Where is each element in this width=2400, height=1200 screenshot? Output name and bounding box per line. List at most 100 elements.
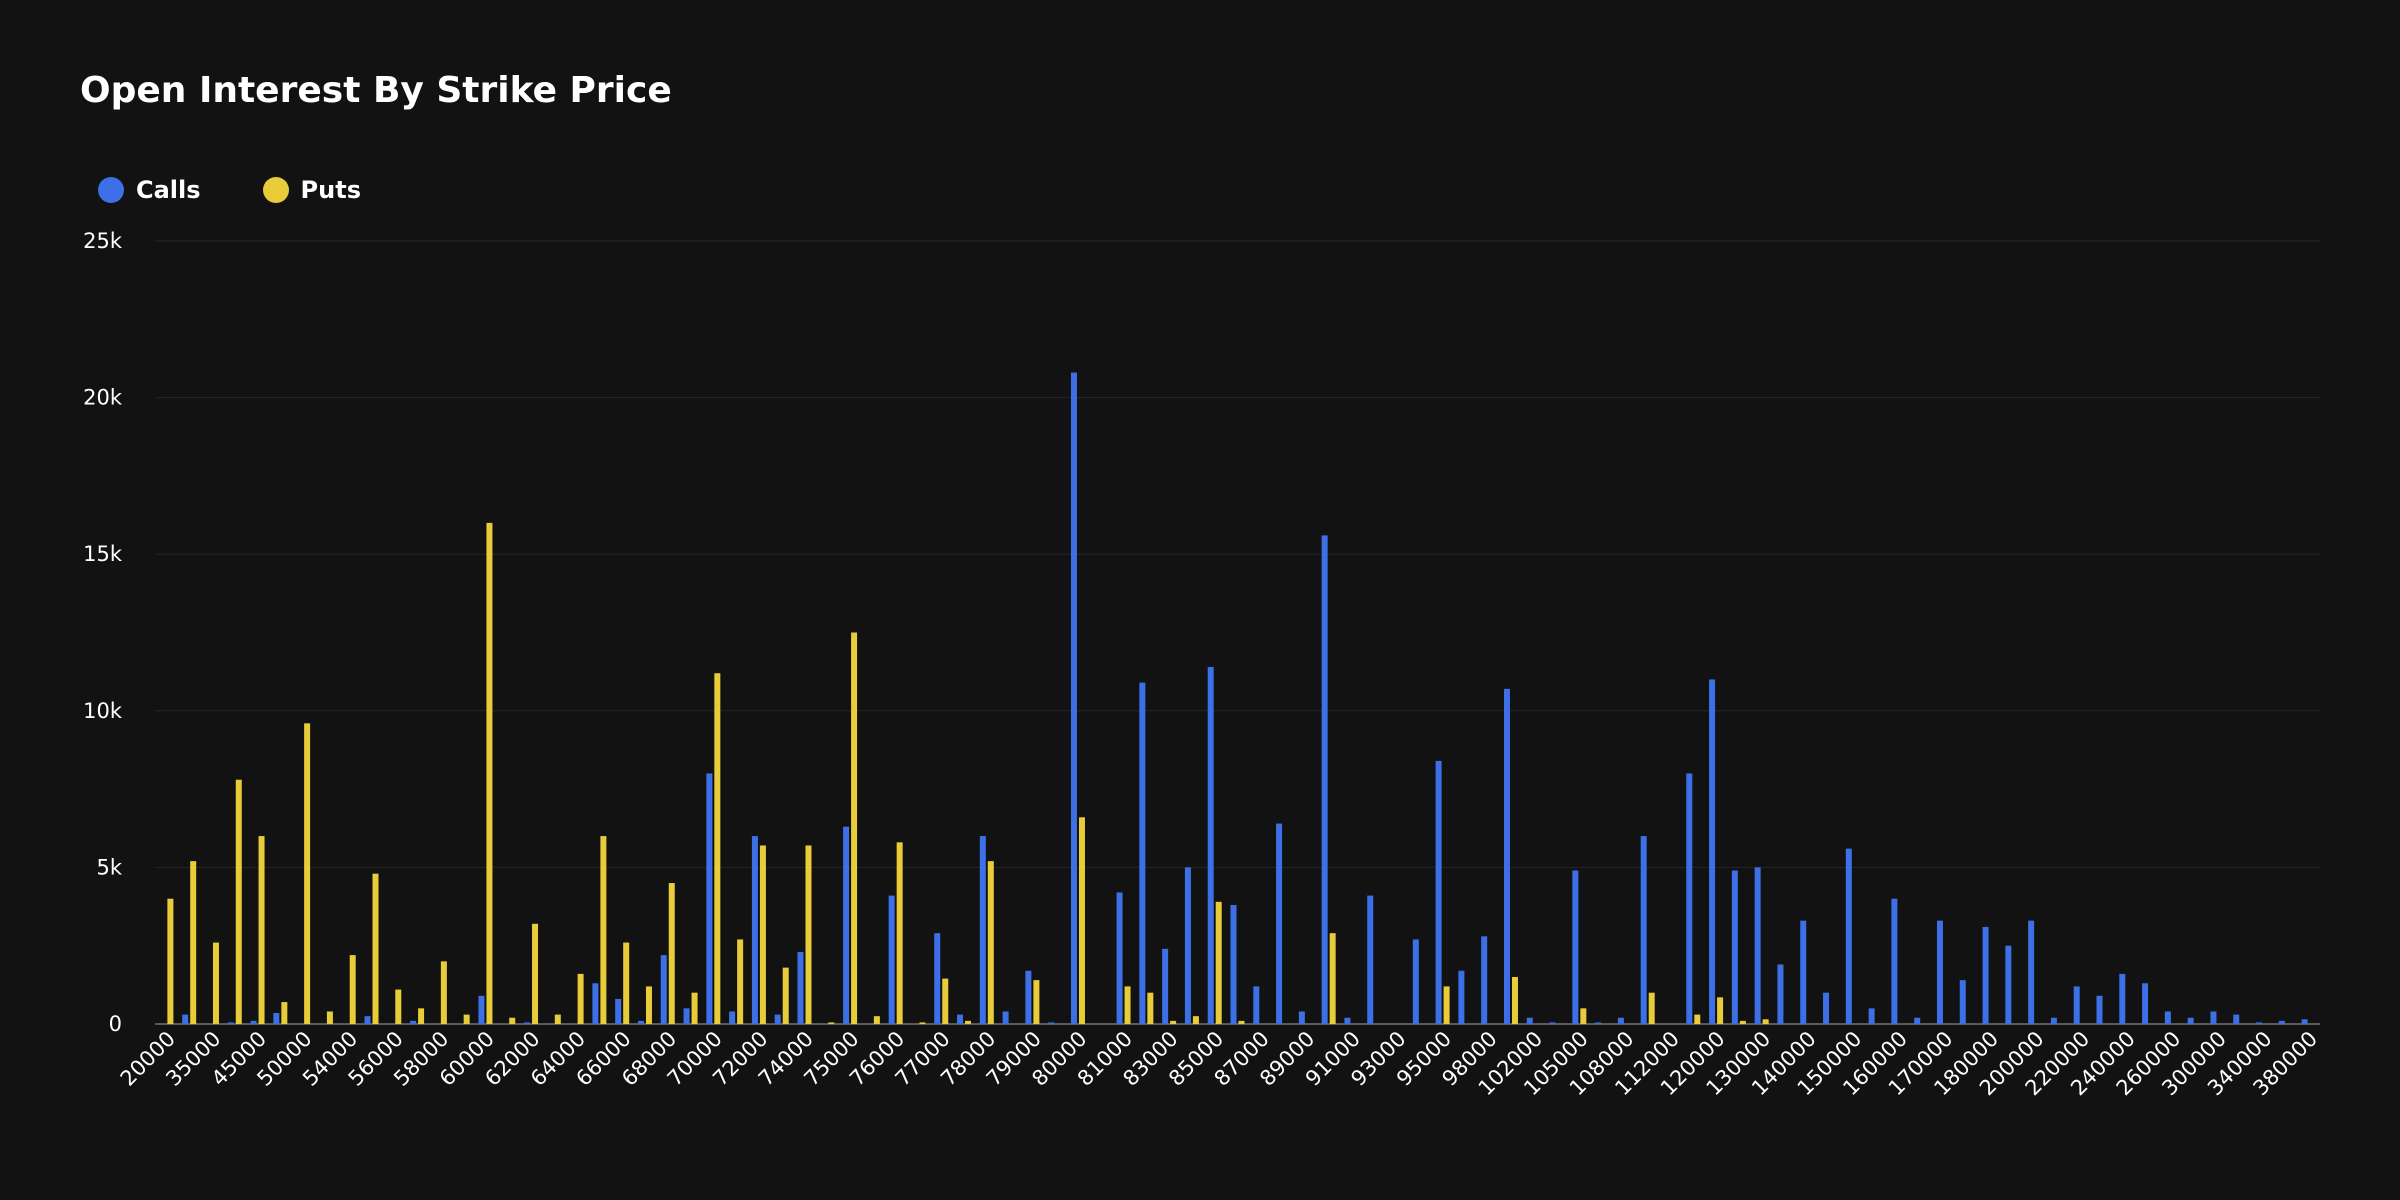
calls-bar bbox=[182, 1014, 189, 1024]
calls-bar bbox=[364, 1016, 371, 1024]
puts-bar bbox=[828, 1022, 835, 1024]
calls-bar bbox=[2233, 1014, 2240, 1024]
calls-bar bbox=[2050, 1017, 2057, 1024]
calls-bar bbox=[478, 995, 485, 1024]
puts-bar bbox=[896, 842, 903, 1024]
puts-bar bbox=[1078, 817, 1085, 1024]
puts-bar bbox=[645, 986, 652, 1024]
puts-bar bbox=[372, 873, 379, 1024]
calls-bar bbox=[524, 1022, 531, 1024]
calls-bar bbox=[1823, 992, 1830, 1024]
calls-bar bbox=[2073, 986, 2080, 1024]
calls-bar bbox=[227, 1022, 234, 1024]
calls-bar bbox=[1709, 679, 1716, 1024]
puts-bar bbox=[623, 942, 630, 1024]
calls-bar bbox=[1002, 1011, 1009, 1024]
puts-bar bbox=[1124, 986, 1131, 1024]
calls-bar bbox=[1367, 895, 1374, 1024]
y-tick-label: 20k bbox=[83, 386, 123, 410]
puts-bar bbox=[805, 845, 812, 1024]
puts-bar bbox=[418, 1008, 425, 1024]
calls-bar bbox=[1298, 1011, 1305, 1024]
calls-bar bbox=[1344, 1017, 1351, 1024]
calls-bar bbox=[2210, 1011, 2217, 1024]
y-tick-label: 5k bbox=[96, 855, 122, 879]
calls-bar bbox=[1617, 1017, 1624, 1024]
y-tick-label: 10k bbox=[83, 699, 123, 723]
calls-bar bbox=[1162, 948, 1169, 1024]
puts-bar bbox=[1147, 992, 1154, 1024]
puts-bar bbox=[714, 673, 721, 1024]
puts-bar bbox=[190, 861, 197, 1024]
puts-bar bbox=[782, 967, 789, 1024]
calls-bar bbox=[843, 826, 850, 1024]
puts-bar bbox=[1215, 901, 1222, 1024]
calls-bar bbox=[410, 1020, 417, 1024]
calls-bar bbox=[1686, 773, 1693, 1024]
puts-bar bbox=[212, 942, 219, 1024]
calls-bar bbox=[1914, 1017, 1921, 1024]
puts-bar bbox=[577, 973, 584, 1024]
puts-bar bbox=[1192, 1016, 1199, 1024]
calls-bar bbox=[1253, 986, 1260, 1024]
calls-bar bbox=[1595, 1022, 1602, 1024]
puts-bar bbox=[1033, 980, 1040, 1024]
calls-bar bbox=[1891, 898, 1898, 1024]
calls-bar bbox=[1526, 1017, 1533, 1024]
puts-bar bbox=[1694, 1014, 1701, 1024]
puts-bar bbox=[600, 836, 607, 1024]
puts-bar bbox=[759, 845, 766, 1024]
calls-bar bbox=[2142, 983, 2149, 1024]
y-tick-label: 25k bbox=[83, 229, 123, 253]
puts-bar bbox=[851, 632, 858, 1024]
calls-bar bbox=[1025, 970, 1032, 1024]
puts-bar bbox=[737, 939, 744, 1024]
calls-bar bbox=[1458, 970, 1465, 1024]
puts-bar bbox=[258, 836, 265, 1024]
calls-bar bbox=[2164, 1011, 2171, 1024]
calls-bar bbox=[2256, 1022, 2263, 1024]
puts-bar bbox=[486, 522, 493, 1024]
calls-bar bbox=[1800, 920, 1807, 1024]
puts-bar bbox=[1580, 1008, 1587, 1024]
calls-bar bbox=[1982, 926, 1989, 1024]
calls-bar bbox=[2119, 973, 2126, 1024]
puts-bar bbox=[440, 961, 447, 1024]
calls-bar bbox=[2005, 945, 2012, 1024]
puts-bar bbox=[1329, 933, 1336, 1024]
puts-bar bbox=[987, 861, 994, 1024]
calls-bar bbox=[1868, 1008, 1875, 1024]
calls-bar bbox=[934, 933, 941, 1024]
calls-bar bbox=[1070, 372, 1077, 1024]
calls-bar bbox=[1481, 936, 1488, 1024]
calls-bar bbox=[1116, 892, 1123, 1024]
calls-bar bbox=[1549, 1022, 1556, 1024]
calls-bar bbox=[1936, 920, 1943, 1024]
calls-bar bbox=[751, 836, 758, 1024]
calls-bar bbox=[706, 773, 713, 1024]
puts-bar bbox=[1739, 1020, 1746, 1024]
calls-bar bbox=[2301, 1019, 2308, 1024]
calls-bar bbox=[273, 1013, 280, 1024]
calls-bar bbox=[1959, 980, 1966, 1024]
puts-bar bbox=[1648, 992, 1655, 1024]
calls-bar bbox=[250, 1020, 257, 1024]
calls-bar bbox=[2028, 920, 2035, 1024]
puts-bar bbox=[873, 1016, 880, 1024]
puts-bar bbox=[1717, 997, 1724, 1024]
puts-bar bbox=[554, 1014, 561, 1024]
calls-bar bbox=[1754, 867, 1761, 1024]
calls-bar bbox=[979, 836, 986, 1024]
calls-bar bbox=[1640, 836, 1647, 1024]
calls-bar bbox=[1184, 867, 1191, 1024]
puts-bar bbox=[691, 992, 698, 1024]
calls-bar bbox=[1435, 760, 1442, 1024]
puts-bar bbox=[509, 1017, 516, 1024]
calls-bar bbox=[774, 1014, 781, 1024]
calls-bar bbox=[1845, 848, 1852, 1024]
calls-bar bbox=[637, 1020, 644, 1024]
calls-bar bbox=[1321, 535, 1328, 1024]
calls-bar bbox=[1503, 688, 1510, 1024]
calls-bar bbox=[660, 955, 667, 1024]
puts-bar bbox=[349, 955, 356, 1024]
